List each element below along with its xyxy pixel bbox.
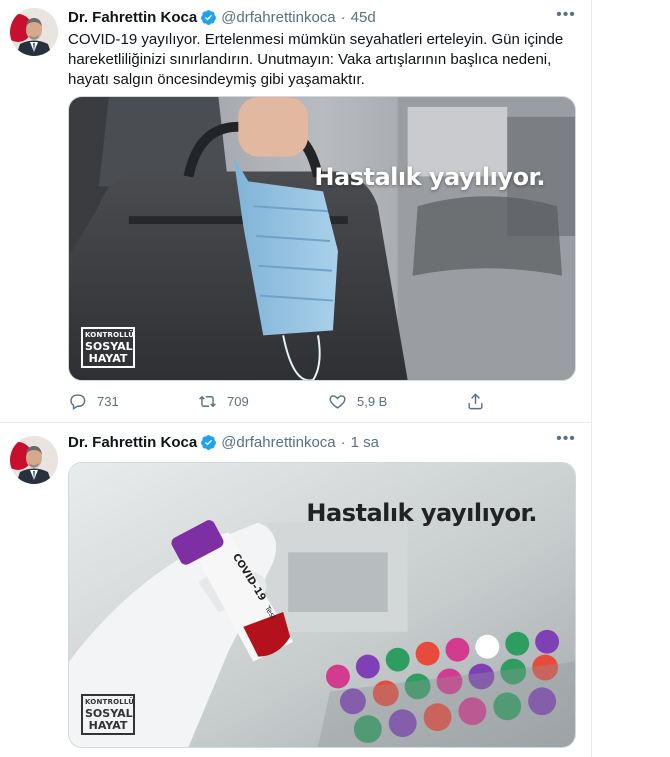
share-icon (468, 392, 483, 409)
timestamp[interactable]: 1 sa (351, 434, 379, 451)
timestamp[interactable]: 45d (351, 9, 376, 26)
campaign-logo: KONTROLLÜ SOSYAL HAYAT (81, 327, 135, 368)
tweet-header: Dr. Fahrettin Koca @drfahrettinkoca · 45… (68, 7, 376, 27)
more-options-icon[interactable]: ••• (556, 431, 576, 450)
verified-badge-icon (200, 434, 217, 451)
separator: · (340, 433, 346, 451)
author-handle[interactable]: @drfahrettinkoca (221, 9, 335, 26)
avatar[interactable] (10, 8, 58, 56)
separator: · (340, 8, 346, 26)
share-button[interactable] (466, 389, 496, 413)
author-name[interactable]: Dr. Fahrettin Koca (68, 9, 197, 26)
reply-count: 731 (97, 393, 119, 409)
campaign-logo: KONTROLLÜ SOSYAL HAYAT (81, 694, 135, 735)
like-button[interactable]: 5,9 B (328, 389, 458, 413)
retweet-icon (199, 395, 216, 407)
tweet-text: COVID-19 yayılıyor. Ertelenmesi mümkün s… (68, 31, 564, 88)
reply-button[interactable]: 731 (68, 389, 198, 413)
avatar[interactable] (10, 436, 58, 484)
author-name[interactable]: Dr. Fahrettin Koca (68, 434, 197, 451)
timeline: Dr. Fahrettin Koca @drfahrettinkoca · 45… (0, 0, 592, 757)
author-handle[interactable]: @drfahrettinkoca (221, 434, 335, 451)
reply-icon (70, 393, 86, 410)
tweet-header: Dr. Fahrettin Koca @drfahrettinkoca · 1 … (68, 432, 379, 452)
tweet-actions: 731 709 5,9 B (68, 389, 508, 413)
like-icon (329, 394, 346, 409)
verified-badge-icon (200, 9, 217, 26)
more-options-icon[interactable]: ••• (556, 7, 576, 26)
image-caption: Hastalık yayılıyor. (306, 499, 537, 527)
tweet[interactable]: Dr. Fahrettin Koca @drfahrettinkoca · 45… (0, 0, 592, 423)
tweet[interactable]: Dr. Fahrettin Koca @drfahrettinkoca · 1 … (0, 424, 592, 757)
tweet-image[interactable]: Hastalık yayılıyor. COVID-19 Test KONTRO… (68, 462, 576, 748)
tweet-image[interactable]: Hastalık yayılıyor. KONTROLLÜ SOSYAL HAY… (68, 96, 576, 381)
retweet-button[interactable]: 709 (198, 389, 328, 413)
image-caption: Hastalık yayılıyor. (314, 163, 545, 191)
like-count: 5,9 B (357, 393, 388, 409)
retweet-count: 709 (227, 393, 249, 409)
